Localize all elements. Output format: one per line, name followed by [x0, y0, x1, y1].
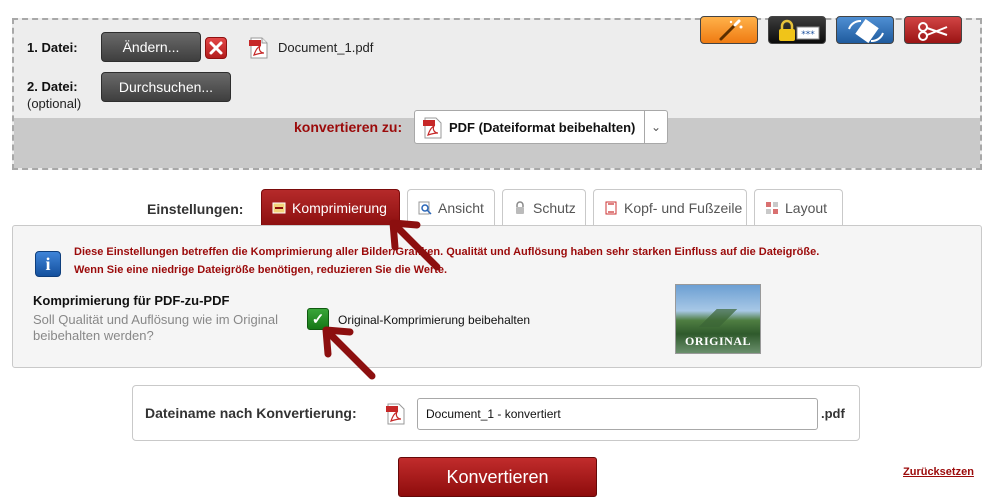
tab-layout[interactable]: Layout	[754, 189, 843, 226]
tab-kopf-und-fusszeile[interactable]: Kopf- und Fußzeile	[593, 189, 747, 226]
info-icon: i	[35, 251, 61, 277]
convert-button[interactable]: Konvertieren	[398, 457, 597, 497]
landscape-mountain	[676, 309, 760, 327]
annotation-arrow-tab	[389, 219, 441, 271]
compression-icon	[272, 201, 286, 215]
output-filename-panel: Dateiname nach Konvertierung: .pdf	[132, 385, 860, 441]
page-header-icon	[604, 201, 618, 215]
pdf-output-icon	[386, 403, 405, 425]
settings-label: Einstellungen:	[147, 201, 244, 217]
format-select-value: PDF (Dateiformat beibehalten)	[449, 120, 636, 135]
scissors-icon	[918, 22, 948, 41]
split-button[interactable]	[904, 16, 962, 44]
lock-password-icon: ***	[779, 19, 820, 41]
tab-komprimierung[interactable]: Komprimierung	[261, 189, 400, 226]
magic-wand-icon	[719, 19, 743, 41]
compression-description: Soll Qualität und Auflösung wie im Origi…	[33, 312, 278, 343]
tab-schutz[interactable]: Schutz	[502, 189, 586, 226]
change-file-button[interactable]: Ändern...	[101, 32, 201, 62]
reset-link[interactable]: Zurücksetzen	[903, 466, 974, 478]
lock-icon	[513, 201, 527, 215]
magic-wand-button[interactable]	[700, 16, 758, 44]
rotate-button[interactable]	[836, 16, 894, 44]
filename-extension: .pdf	[821, 406, 845, 421]
pdf-file-icon	[249, 37, 268, 59]
tab-label: Schutz	[533, 200, 576, 216]
pdf-format-icon	[423, 117, 442, 139]
file2-optional: (optional)	[27, 96, 82, 111]
settings-panel: i Diese Einstellungen betreffen die Komp…	[12, 225, 982, 368]
layout-grid-icon	[765, 201, 779, 215]
chevron-down-icon: ⌄	[650, 120, 661, 134]
filename-input[interactable]	[417, 398, 818, 430]
annotation-arrow-checkbox	[322, 326, 376, 380]
close-icon	[209, 41, 223, 55]
convert-to-label: konvertieren zu:	[294, 119, 403, 135]
tab-label: Komprimierung	[292, 200, 387, 216]
preview-caption: ORIGINAL	[684, 334, 751, 348]
tab-label: Layout	[785, 200, 828, 216]
svg-text:***: ***	[801, 30, 815, 40]
file1-name: Document_1.pdf	[278, 40, 374, 55]
magnifier-icon	[418, 201, 432, 215]
tab-label: Ansicht	[438, 200, 484, 216]
file2-label: 2. Datei:	[27, 79, 78, 94]
original-preview-image: ORIGINAL	[675, 284, 761, 354]
format-select[interactable]: PDF (Dateiformat beibehalten) ⌄	[414, 110, 668, 144]
select-divider	[644, 111, 645, 143]
compression-title: Komprimierung für PDF-zu-PDF	[33, 293, 230, 308]
filename-label: Dateiname nach Konvertierung:	[145, 405, 357, 421]
tab-label: Kopf- und Fußzeile	[624, 200, 743, 216]
remove-file-button[interactable]	[205, 37, 227, 59]
password-protect-button[interactable]: ***	[768, 16, 826, 44]
browse-button[interactable]: Durchsuchen...	[101, 72, 231, 102]
info-text-line1: Diese Einstellungen betreffen die Kompri…	[74, 246, 820, 258]
rotate-icon	[848, 19, 884, 43]
file1-label: 1. Datei:	[27, 40, 78, 55]
